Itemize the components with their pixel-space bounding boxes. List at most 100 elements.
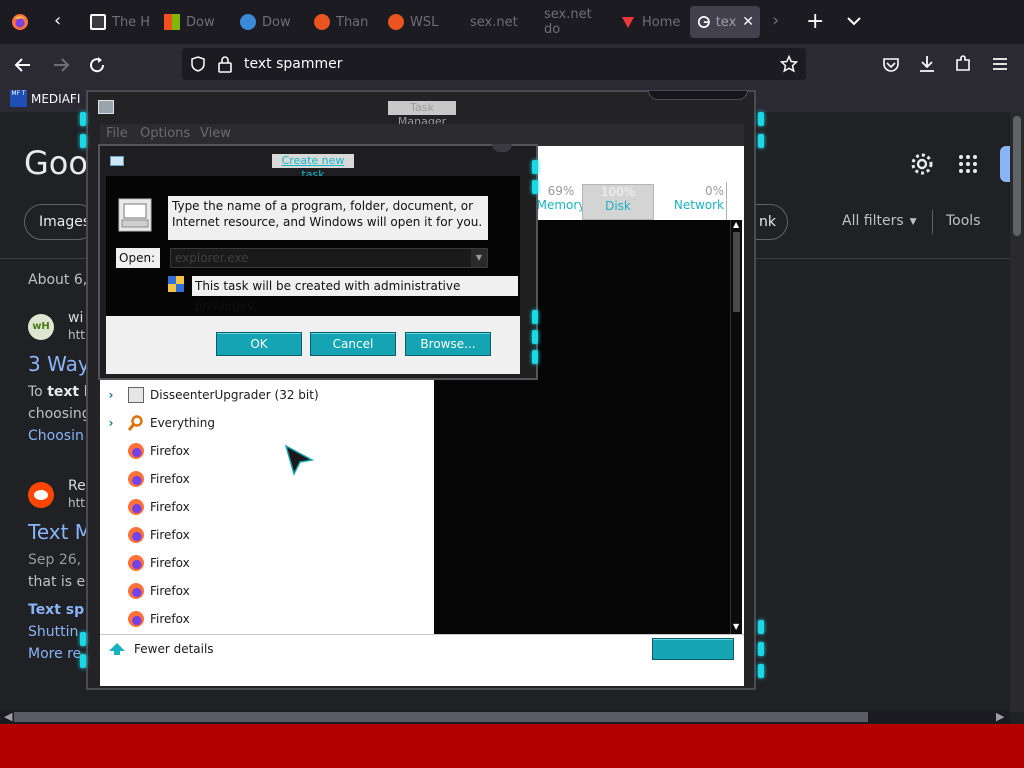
- scroll-right-icon[interactable]: ▶: [996, 710, 1004, 723]
- download-icon[interactable]: [918, 55, 936, 73]
- process-row[interactable]: Firefox: [100, 437, 434, 465]
- tab-5[interactable]: sex.net: [462, 6, 532, 38]
- column-header-network[interactable]: 0% Network: [658, 184, 728, 218]
- glow-accent: [532, 180, 538, 194]
- process-list-scrollbar-thumb[interactable]: [733, 232, 740, 312]
- tab-1[interactable]: Dow: [156, 6, 230, 38]
- open-label: Open:: [116, 248, 160, 268]
- bookmark-label: MEDIAFI: [31, 91, 81, 106]
- process-row[interactable]: Firefox: [100, 493, 434, 521]
- menu-view[interactable]: View: [200, 126, 231, 141]
- site-favicon-icon: wH: [28, 314, 54, 340]
- horizontal-scrollbar[interactable]: ◀ ▶: [0, 710, 1010, 724]
- firefox-icon[interactable]: [11, 13, 29, 31]
- end-task-button[interactable]: End task: [652, 638, 734, 660]
- ok-button[interactable]: OK: [216, 332, 302, 356]
- all-filters-button[interactable]: All filters ▼: [842, 213, 917, 231]
- extensions-icon[interactable]: [954, 55, 972, 73]
- tab-7[interactable]: Home: [612, 6, 688, 38]
- firefox-icon: [128, 499, 144, 515]
- process-name: Firefox: [150, 584, 190, 598]
- pocket-icon[interactable]: [882, 56, 900, 74]
- divider: [100, 634, 744, 635]
- result-sitelink[interactable]: Text sp: [28, 602, 84, 618]
- forward-icon[interactable]: [52, 56, 70, 74]
- scroll-left-icon[interactable]: ◀: [4, 710, 12, 723]
- process-row[interactable]: Firefox: [100, 465, 434, 493]
- settings-gear-icon[interactable]: [910, 152, 934, 176]
- result-count: About 6,: [28, 272, 88, 288]
- scroll-down-icon[interactable]: ▼: [733, 622, 739, 631]
- process-row[interactable]: Firefox: [100, 549, 434, 577]
- column-header-memory[interactable]: 69% Memory: [536, 184, 586, 218]
- cancel-button[interactable]: Cancel: [310, 332, 396, 356]
- dialog-description: Type the name of a program, folder, docu…: [168, 196, 488, 240]
- tab-4[interactable]: WSL: [380, 6, 454, 38]
- url-bar[interactable]: text spammer: [182, 48, 806, 80]
- menu-file[interactable]: File: [106, 126, 128, 141]
- tab-3[interactable]: Than: [306, 6, 380, 38]
- process-name: DisseenterUpgrader (32 bit): [150, 388, 319, 402]
- snippet-bold: text: [47, 384, 80, 400]
- horizontal-scrollbar-thumb[interactable]: [14, 712, 868, 722]
- google-logo[interactable]: Goo: [24, 144, 88, 182]
- scroll-up-icon[interactable]: ▲: [733, 220, 739, 229]
- divider: [932, 210, 933, 234]
- result-sitelink[interactable]: Shuttin: [28, 624, 78, 640]
- hamburger-menu-icon[interactable]: [992, 57, 1008, 71]
- glow-accent: [80, 134, 86, 148]
- process-list-scrollbar[interactable]: ▲ ▼: [730, 220, 742, 634]
- url-text[interactable]: text spammer: [244, 56, 343, 72]
- process-row[interactable]: Firefox: [100, 605, 434, 633]
- new-tab-icon[interactable]: +: [806, 11, 824, 33]
- glow-accent: [758, 664, 764, 678]
- tools-button[interactable]: Tools: [946, 213, 981, 229]
- fewer-details-button[interactable]: Fewer details: [108, 642, 214, 656]
- reddit-icon: [28, 482, 54, 508]
- create-new-task-dialog: Create new task Type the name of a progr…: [98, 144, 538, 380]
- process-name: Everything: [150, 416, 215, 430]
- glow-accent: [532, 350, 538, 364]
- tab-scroll-right-icon[interactable]: ›: [772, 12, 779, 30]
- back-icon[interactable]: [14, 56, 32, 74]
- result-title-link[interactable]: Text M: [28, 520, 92, 544]
- process-row[interactable]: Firefox: [100, 521, 434, 549]
- tab-bar: ‹ The H Dow Dow Than WSL sex.net sex.net…: [0, 0, 1024, 44]
- mediafire-icon: MF T: [10, 90, 27, 107]
- museum-icon: [90, 14, 106, 30]
- bookmark-item[interactable]: MF T MEDIAFI: [10, 90, 80, 107]
- vivaldi-icon: [622, 17, 634, 28]
- process-name: Firefox: [150, 500, 190, 514]
- glow-accent: [532, 160, 538, 174]
- process-row[interactable]: Firefox: [100, 577, 434, 605]
- browse-button[interactable]: Browse...: [405, 332, 491, 356]
- reload-icon[interactable]: [88, 56, 106, 74]
- tab-scroll-left-icon[interactable]: ‹: [54, 12, 61, 30]
- process-row[interactable]: › Everything: [100, 409, 434, 437]
- expand-chevron-icon[interactable]: ›: [100, 416, 122, 430]
- tab-2[interactable]: Dow: [232, 6, 306, 38]
- result-sitelink[interactable]: Choosin: [28, 428, 84, 444]
- expand-chevron-icon[interactable]: ›: [100, 388, 122, 402]
- glow-accent: [758, 620, 764, 634]
- shield-icon[interactable]: [190, 56, 206, 72]
- apps-grid-icon[interactable]: [958, 154, 978, 174]
- result-title-link[interactable]: 3 Way: [28, 352, 90, 376]
- lock-icon: [218, 56, 232, 73]
- tab-0[interactable]: The H: [82, 6, 156, 38]
- open-input[interactable]: explorer.exe ▼: [170, 248, 488, 268]
- result-sitelink[interactable]: More re: [28, 646, 81, 662]
- column-header-disk[interactable]: 100% Disk: [582, 184, 654, 220]
- dropdown-arrow-icon[interactable]: ▼: [471, 249, 487, 267]
- bookmark-star-icon[interactable]: [780, 55, 798, 73]
- tab-6[interactable]: sex.net do: [536, 6, 612, 38]
- firefox-icon: [128, 527, 144, 543]
- chevron-down-icon[interactable]: [846, 16, 862, 26]
- open-input-value[interactable]: explorer.exe: [175, 251, 249, 265]
- process-row[interactable]: › DisseenterUpgrader (32 bit): [100, 381, 434, 409]
- page-scrollbar-thumb[interactable]: [1013, 116, 1021, 236]
- tab-8-active[interactable]: tex ✕: [690, 6, 760, 38]
- page-scrollbar[interactable]: [1010, 112, 1024, 712]
- menu-options[interactable]: Options: [140, 126, 190, 141]
- close-icon[interactable]: ✕: [742, 14, 754, 30]
